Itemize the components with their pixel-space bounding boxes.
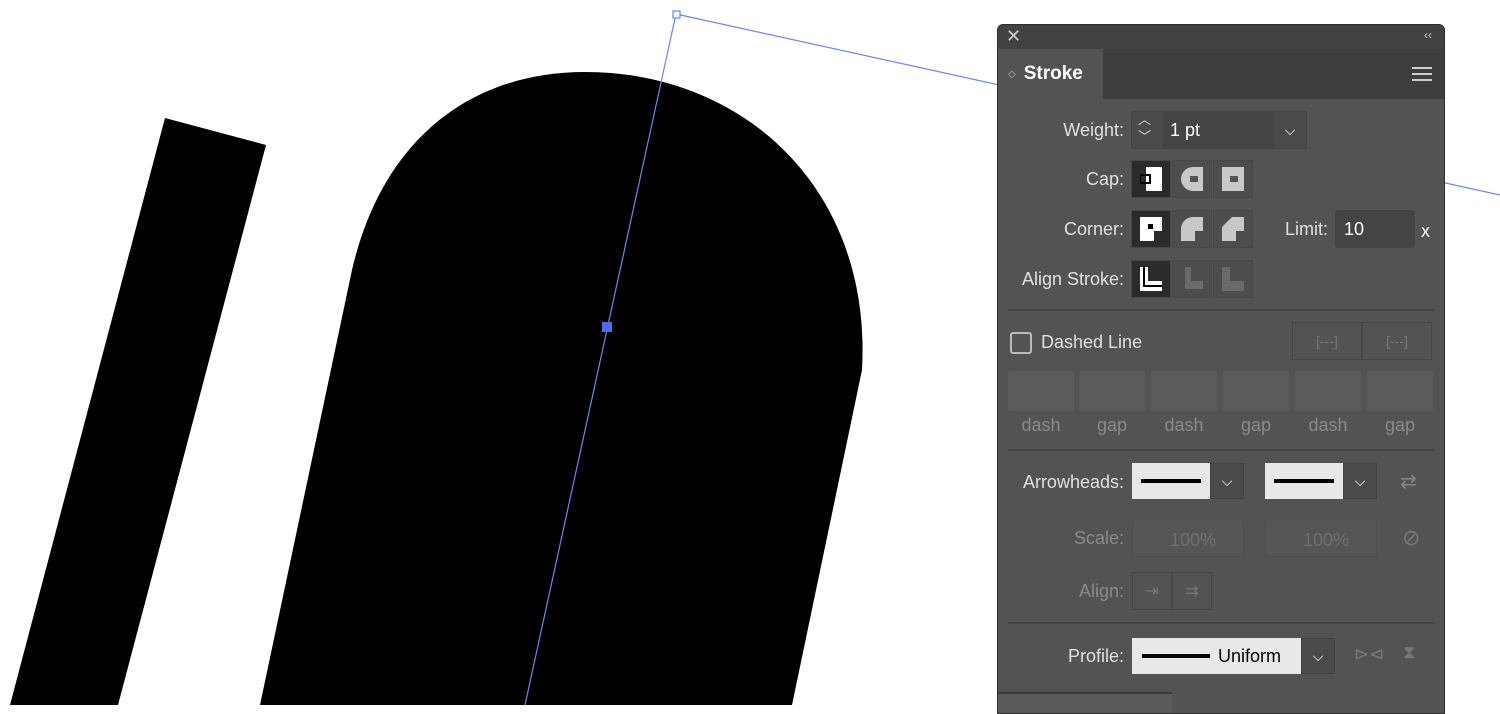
profile-chevron-icon[interactable]: ⌵ xyxy=(1301,638,1335,674)
start-arrowhead-chevron-icon[interactable]: ⌵ xyxy=(1210,463,1244,499)
align-stroke-inside-button[interactable] xyxy=(1172,260,1212,298)
dashed-line-label: Dashed Line xyxy=(1041,332,1143,352)
collapse-icon[interactable]: ‹‹ xyxy=(1424,28,1432,42)
gap-label: gap xyxy=(1384,415,1416,435)
panel-tabbar: ◇ Stroke xyxy=(998,49,1444,99)
dash-align-corners-button[interactable]: [‐‐‐] xyxy=(1362,322,1432,360)
round-join-button[interactable] xyxy=(1172,210,1212,248)
limit-suffix: x xyxy=(1421,221,1430,241)
profile-label: Profile: xyxy=(1067,646,1124,666)
gap-field-3[interactable] xyxy=(1367,371,1433,411)
weight-dropdown-chevron-icon[interactable]: ⌵ xyxy=(1273,111,1307,149)
limit-label: Limit: xyxy=(1284,219,1328,239)
anchor-point[interactable] xyxy=(602,322,612,332)
dashed-line-checkbox[interactable] xyxy=(1010,332,1032,354)
flip-across-icon[interactable]: ⧗ xyxy=(1403,642,1416,663)
link-scale-icon[interactable]: ⊘ xyxy=(1402,525,1420,551)
divider xyxy=(1008,622,1434,624)
close-icon[interactable]: ✕ xyxy=(1006,26,1021,47)
align-stroke-label: Align Stroke: xyxy=(1021,269,1124,289)
rounded-shape[interactable] xyxy=(260,72,863,705)
swap-arrowheads-icon[interactable]: ⇄ xyxy=(1400,469,1417,494)
limit-value[interactable]: 10 xyxy=(1344,219,1364,240)
projecting-cap-button[interactable] xyxy=(1213,160,1253,198)
profile-value: Uniform xyxy=(1218,645,1282,666)
expand-options-icon[interactable]: ◇ xyxy=(1008,69,1016,80)
gap-label: gap xyxy=(1096,415,1128,435)
panel-menu-icon[interactable] xyxy=(1412,67,1432,85)
align-stroke-center-button[interactable] xyxy=(1131,260,1171,298)
corner-label: Corner: xyxy=(1063,219,1124,239)
tab-stroke[interactable]: ◇ Stroke xyxy=(998,49,1103,99)
gap-field-1[interactable] xyxy=(1079,371,1145,411)
dash-label: dash xyxy=(1308,415,1348,435)
stroke-panel: ✕ ‹‹ ◇ Stroke Weight: ︿ ﹀ 1 pt ⌵ Cap: Cor… xyxy=(997,24,1445,714)
divider xyxy=(1008,309,1434,311)
start-arrowhead-select[interactable] xyxy=(1132,463,1210,499)
flip-along-icon[interactable]: ⊳⊲ xyxy=(1354,644,1384,665)
arrow-tip-at-path-end-button[interactable]: ⇉ xyxy=(1172,572,1212,610)
gap-label: gap xyxy=(1240,415,1272,435)
profile-select[interactable]: Uniform xyxy=(1132,638,1301,674)
start-scale-value[interactable]: 100% xyxy=(1170,530,1216,551)
divider xyxy=(1008,449,1434,451)
align-label: Align: xyxy=(1078,581,1124,601)
gap-field-2[interactable] xyxy=(1223,371,1289,411)
butt-cap-button[interactable] xyxy=(1131,160,1171,198)
end-scale-value[interactable]: 100% xyxy=(1303,530,1349,551)
scale-label: Scale: xyxy=(1073,528,1124,548)
dash-preserve-button[interactable]: [‐‐‐] xyxy=(1292,322,1362,360)
align-stroke-outside-button[interactable] xyxy=(1213,260,1253,298)
end-arrowhead-select[interactable] xyxy=(1265,463,1343,499)
dash-field-2[interactable] xyxy=(1151,371,1217,411)
bevel-join-button[interactable] xyxy=(1213,210,1253,248)
weight-stepper[interactable]: ︿ ﹀ xyxy=(1138,111,1151,145)
handle-point[interactable] xyxy=(672,10,681,19)
dash-field-1[interactable] xyxy=(1008,371,1074,411)
panel-title: Stroke xyxy=(1023,63,1083,84)
arrow-tip-beyond-path-button[interactable]: ⇥ xyxy=(1132,572,1172,610)
dash-field-3[interactable] xyxy=(1295,371,1361,411)
dash-label: dash xyxy=(1164,415,1204,435)
miter-join-button[interactable] xyxy=(1131,210,1171,248)
slanted-bar-shape[interactable] xyxy=(10,118,266,705)
end-arrowhead-chevron-icon[interactable]: ⌵ xyxy=(1343,463,1377,499)
weight-label: Weight: xyxy=(1063,120,1124,140)
round-cap-button[interactable] xyxy=(1172,160,1212,198)
panel-bottom-tab xyxy=(998,692,1172,713)
dash-label: dash xyxy=(1021,415,1061,435)
arrowheads-label: Arrowheads: xyxy=(1022,472,1124,492)
panel-titlebar: ✕ ‹‹ xyxy=(998,25,1444,49)
weight-value[interactable]: 1 pt xyxy=(1170,120,1200,141)
cap-label: Cap: xyxy=(1085,169,1124,189)
